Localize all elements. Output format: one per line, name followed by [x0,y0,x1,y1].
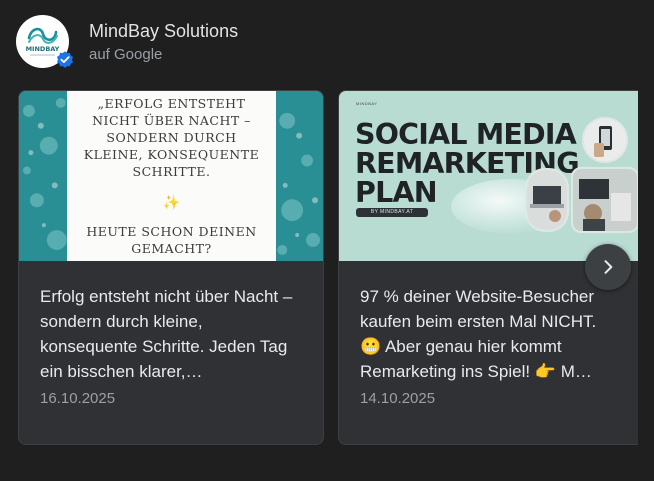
google-posts-widget: MINDBAY MindBay Solutions auf Google „ER… [0,0,654,481]
quote-footer-line: HEUTE SCHON DEINEN [86,224,257,239]
post-text: 97 % deiner Website-Besucher kaufen beim… [360,287,597,381]
quote-line: KLEINE, KONSEQUENTE [83,147,260,162]
chevron-right-icon [604,260,613,274]
header-text: MindBay Solutions auf Google [89,20,238,64]
business-header: MINDBAY MindBay Solutions auf Google [16,15,238,68]
image-title-line: SOCIAL MEDIA [355,118,577,151]
quote-line: NICHT ÜBER NACHT – [92,113,251,128]
phone-thumbnail [582,117,628,163]
quote-line: SCHRITTE. [132,164,211,179]
post-date: 14.10.2025 [360,390,436,407]
post-text: Erfolg entsteht nicht über Nacht – sonde… [40,287,293,381]
workspace-thumbnail [571,167,638,233]
post-image: MINDBAY SOCIAL MEDIA REMARKETING PLAN BY… [339,91,638,261]
source-label: auf Google [89,45,163,63]
post-card[interactable]: „ERFOLG ENTSTEHT NICHT ÜBER NACHT – SOND… [18,90,324,445]
post-body: Erfolg entsteht nicht über Nacht – sonde… [19,261,323,408]
quote-graphic: „ERFOLG ENTSTEHT NICHT ÜBER NACHT – SOND… [19,91,323,261]
quote-footer-line: GEMACHT? [131,241,212,256]
image-byline: BY MINDBAY.AT [356,208,428,217]
quote-line: „ERFOLG ENTSTEHT [97,96,246,111]
post-image: „ERFOLG ENTSTEHT NICHT ÜBER NACHT – SOND… [19,91,323,261]
carousel-next-button[interactable] [585,244,631,290]
sparkle-icon: ✨ [162,195,181,211]
remarketing-graphic: MINDBAY SOCIAL MEDIA REMARKETING PLAN BY… [339,91,638,261]
laptop-thumbnail [525,168,569,232]
business-name[interactable]: MindBay Solutions [89,20,238,42]
avatar[interactable]: MINDBAY [16,15,73,68]
quote-line: SONDERN DURCH [106,130,237,145]
quote-panel: „ERFOLG ENTSTEHT NICHT ÜBER NACHT – SOND… [67,91,276,261]
verified-check-icon [57,51,73,68]
image-brand-label: MINDBAY [356,101,378,106]
post-date: 16.10.2025 [40,390,116,407]
